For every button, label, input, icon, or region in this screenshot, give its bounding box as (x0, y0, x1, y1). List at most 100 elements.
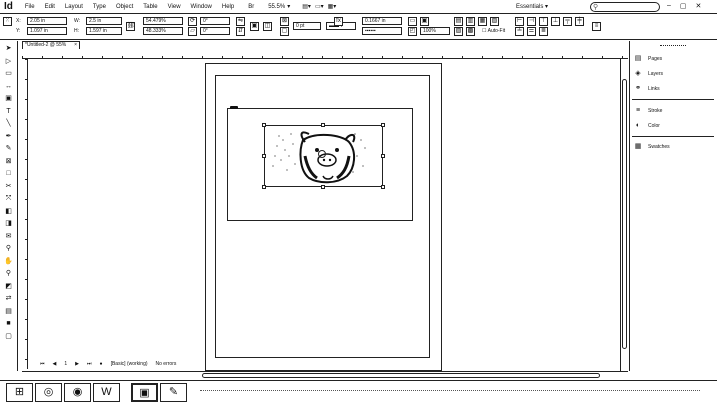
stroke-offset-field[interactable]: 0.1667 in (362, 17, 402, 25)
screen-mode-icon[interactable]: ▭▾ (315, 3, 324, 10)
gradient-feather-tool-icon[interactable]: ◨ (3, 219, 14, 228)
fill-stroke-icon[interactable]: ◩ (3, 282, 14, 291)
search-input[interactable]: ⚲ (590, 2, 660, 12)
page-number-field[interactable]: 1 (64, 361, 67, 367)
screen-mode-icon[interactable]: ▢ (3, 332, 14, 341)
panel-menu-icon[interactable]: ≡ (592, 22, 601, 31)
close-icon[interactable]: × (74, 42, 77, 49)
maximize-icon[interactable]: ▢ (680, 2, 687, 10)
distribute-bottom-icon[interactable]: ≣ (539, 27, 548, 36)
text-wrap-none-icon[interactable]: ▭ (408, 17, 417, 26)
vertical-scrollbar[interactable] (620, 59, 628, 371)
rotate-icon[interactable]: ⟳ (188, 17, 197, 26)
menu-type[interactable]: Type (93, 4, 106, 10)
rectangle-frame-tool-icon[interactable]: ⊠ (3, 157, 14, 166)
fill-frame-icon[interactable]: ▧ (490, 17, 499, 26)
constrain-proportions-icon[interactable]: ⛓ (126, 22, 135, 31)
panel-swatches[interactable]: ▦ Swatches (634, 143, 670, 151)
note-tool-icon[interactable]: ✉ (3, 232, 14, 241)
menu-window[interactable]: Window (191, 4, 212, 10)
next-page-icon[interactable]: ▶ (75, 361, 79, 367)
menu-edit[interactable]: Edit (45, 4, 55, 10)
resize-handle-top-right[interactable] (381, 123, 385, 127)
fit-proportionally-icon[interactable]: ▨ (454, 27, 463, 36)
workspace-switcher[interactable]: Essentials ▾ (516, 3, 548, 10)
arrange-documents-icon[interactable]: ▦▾ (328, 3, 337, 10)
align-bottom-icon[interactable]: ╧ (515, 27, 524, 36)
panel-grip[interactable] (660, 45, 686, 47)
last-page-icon[interactable]: ⏭ (87, 361, 92, 367)
align-center-icon[interactable]: ⊣ (527, 17, 536, 26)
horizontal-ruler[interactable] (22, 50, 628, 59)
content-aware-fit-icon[interactable]: ▩ (466, 27, 475, 36)
align-middle-icon[interactable]: ╪ (575, 17, 584, 26)
line-tool-icon[interactable]: ╲ (3, 119, 14, 128)
pen-app-icon[interactable]: ✎ (160, 383, 187, 402)
gradient-swatch-tool-icon[interactable]: ◧ (3, 207, 14, 216)
select-container-icon[interactable]: ▣ (250, 22, 259, 31)
selection-tool-icon[interactable]: ➤ (3, 44, 14, 53)
panel-layers[interactable]: ◈ Layers (634, 70, 663, 78)
resize-handle-bottom-right[interactable] (381, 185, 385, 189)
scale-y-field[interactable]: 48.333% (143, 27, 183, 35)
horizontal-scrollbar[interactable] (22, 371, 628, 379)
align-left-icon[interactable]: ⊢ (515, 17, 524, 26)
shear-field[interactable]: 0° (200, 27, 230, 35)
swap-icon[interactable]: ⇄ (3, 294, 14, 303)
rectangle-tool-icon[interactable]: □ (3, 169, 14, 178)
resize-handle-bottom-left[interactable] (262, 185, 266, 189)
formatting-icon[interactable]: ▤ (3, 307, 14, 316)
menu-file[interactable]: File (25, 4, 35, 10)
flip-horizontal-icon[interactable]: ⇋ (236, 17, 245, 26)
minimize-icon[interactable]: – (667, 2, 671, 10)
view-options-icon[interactable]: ▤▾ (302, 3, 311, 10)
gap-tool-icon[interactable]: ↔ (3, 82, 14, 91)
panel-links[interactable]: ⚭ Links (634, 85, 660, 93)
rotate-field[interactable]: 0° (200, 17, 230, 25)
panel-stroke[interactable]: ≡ Stroke (634, 107, 663, 115)
stroke-swatch-icon[interactable]: ▢ (280, 27, 289, 36)
menu-help[interactable]: Help (222, 4, 234, 10)
first-page-icon[interactable]: ⏮ (40, 361, 45, 367)
close-icon[interactable]: ✕ (696, 2, 702, 10)
panel-color[interactable]: ◐ Color (634, 122, 660, 130)
hand-tool-icon[interactable]: ✋ (3, 257, 14, 266)
y-field[interactable]: 1.097 in (27, 27, 67, 35)
apply-color-icon[interactable]: ■ (3, 319, 14, 328)
indesign-taskbar-icon[interactable]: ▣ (131, 383, 158, 402)
type-tool-icon[interactable]: T (3, 107, 14, 116)
frame-label-tab[interactable] (230, 106, 238, 109)
opacity-field[interactable]: 100% (420, 27, 450, 35)
menu-view[interactable]: View (168, 4, 181, 10)
chrome-icon[interactable]: ◉ (64, 383, 91, 402)
distribute-top-icon[interactable]: ☰ (527, 27, 536, 36)
fill-swatch-icon[interactable]: ⊠ (280, 17, 289, 26)
word-icon[interactable]: W (93, 383, 120, 402)
resize-handle-left[interactable] (262, 154, 266, 158)
page-tool-icon[interactable]: ▭ (3, 69, 14, 78)
resize-handle-top[interactable] (321, 123, 325, 127)
zoom-tool-icon[interactable]: ⚲ (3, 269, 14, 278)
eyedropper-tool-icon[interactable]: ⚲ (3, 244, 14, 253)
text-wrap-box-icon[interactable]: ▣ (420, 17, 429, 26)
align-right-icon[interactable]: ⊤ (539, 17, 548, 26)
autofit-checkbox[interactable]: ☐ Auto-Fit (480, 28, 508, 36)
zoom-dropdown[interactable]: 55.5% ▾ (268, 3, 290, 11)
stroke-weight-field[interactable]: 0 pt (293, 22, 321, 30)
vertical-scroll-thumb[interactable] (622, 79, 627, 349)
bridge-icon[interactable]: Br (248, 4, 254, 10)
free-transform-tool-icon[interactable]: ⤧ (3, 194, 14, 203)
document-tab[interactable]: *Untitled-2 @ 55% × (22, 41, 80, 49)
menu-layout[interactable]: Layout (65, 4, 83, 10)
fit-content-icon[interactable]: ▤ (454, 17, 463, 26)
panel-pages[interactable]: ▤ Pages (634, 55, 663, 63)
scissors-tool-icon[interactable]: ✂ (3, 182, 14, 191)
stroke-style-field[interactable]: ▪▪▪▪▪▪ (362, 27, 402, 35)
resize-handle-right[interactable] (381, 154, 385, 158)
content-grabber-icon[interactable] (318, 150, 326, 158)
browser-icon[interactable]: ◎ (35, 383, 62, 402)
align-top-icon[interactable]: ╤ (563, 17, 572, 26)
center-content-icon[interactable]: ▦ (478, 17, 487, 26)
pencil-tool-icon[interactable]: ✎ (3, 144, 14, 153)
direct-selection-tool-icon[interactable]: ▷ (3, 57, 14, 66)
